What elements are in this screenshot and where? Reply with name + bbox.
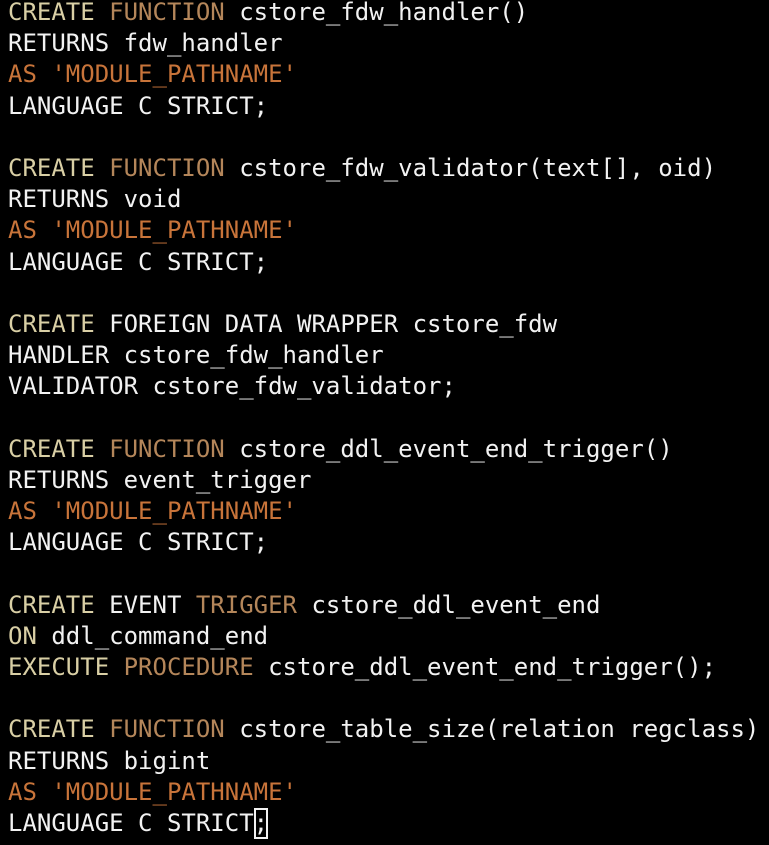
keyword-token: CREATE	[8, 590, 95, 619]
code-text: HANDLER cstore_fdw_handler	[8, 341, 384, 370]
code-text: RETURNS bigint	[8, 746, 211, 775]
keyword-token: CREATE	[8, 715, 95, 744]
code-line: LANGUAGE C STRICT;	[8, 247, 769, 278]
code-line: RETURNS bigint	[8, 746, 769, 777]
code-text: LANGUAGE C STRICT;	[8, 91, 269, 120]
code-line: LANGUAGE C STRICT;	[8, 527, 769, 558]
string-literal: AS 'MODULE_PATHNAME'	[8, 497, 297, 525]
code-line: CREATE FUNCTION cstore_table_size(relati…	[8, 714, 769, 745]
terminal-window[interactable]: CREATE FUNCTION cstore_fdw_handler() RETU…	[0, 0, 769, 845]
code-line: RETURNS void	[8, 184, 769, 215]
string-literal: AS 'MODULE_PATHNAME'	[8, 216, 297, 245]
code-line: AS 'MODULE_PATHNAME'	[8, 59, 769, 90]
code-text: FOREIGN DATA WRAPPER cstore_fdw	[94, 309, 558, 338]
keyword-token: CREATE	[8, 309, 95, 338]
string-literal: AS 'MODULE_PATHNAME'	[8, 777, 297, 806]
code-line: AS 'MODULE_PATHNAME'	[8, 496, 769, 527]
code-line: LANGUAGE C STRICT;	[8, 807, 769, 840]
code-text: RETURNS event_trigger	[8, 465, 312, 494]
code-text: VALIDATOR cstore_fdw_validator;	[8, 372, 456, 401]
code-text: cstore_fdw_handler()	[224, 0, 529, 26]
code-text: cstore_fdw_validator(text[], oid)	[224, 153, 717, 182]
string-literal: AS 'MODULE_PATHNAME'	[8, 60, 297, 89]
code-line: AS 'MODULE_PATHNAME'	[8, 777, 769, 808]
code-text: cstore_ddl_event_end_trigger();	[253, 652, 717, 681]
keyword-token: EXECUTE	[8, 652, 110, 681]
keyword-token: CREATE	[8, 434, 95, 463]
code-text: cstore_ddl_event_end	[297, 590, 601, 619]
keyword-token: FUNCTION	[109, 153, 225, 182]
code-text: EVENT	[94, 590, 196, 619]
code-line: RETURNS fdw_handler	[8, 28, 769, 59]
code-text: RETURNS void	[8, 185, 182, 214]
code-line: LANGUAGE C STRICT;	[8, 91, 769, 122]
code-line: CREATE FOREIGN DATA WRAPPER cstore_fdw	[8, 309, 769, 340]
keyword-token: TRIGGER	[195, 590, 298, 619]
code-line: ON ddl_command_end	[8, 621, 769, 652]
code-text: LANGUAGE C STRICT;	[8, 247, 269, 276]
code-line: RETURNS event_trigger	[8, 465, 769, 496]
keyword-token: ON	[8, 621, 37, 650]
code-line: VALIDATOR cstore_fdw_validator;	[8, 371, 769, 402]
code-line: EXECUTE PROCEDURE cstore_ddl_event_end_t…	[8, 652, 769, 683]
code-text: cstore_table_size(relation regclass)	[224, 715, 760, 744]
text-cursor[interactable]: ;	[253, 807, 269, 840]
code-text: LANGUAGE C STRICT	[8, 808, 254, 837]
code-text: RETURNS fdw_handler	[8, 29, 283, 58]
code-line: CREATE FUNCTION cstore_fdw_handler()	[8, 0, 769, 28]
keyword-token: PROCEDURE	[123, 652, 254, 681]
code-text: LANGUAGE C STRICT;	[8, 528, 269, 557]
keyword-token: CREATE	[8, 0, 95, 26]
keyword-token: FUNCTION	[109, 434, 225, 463]
code-line: HANDLER cstore_fdw_handler	[8, 340, 769, 371]
keyword-token: CREATE	[8, 153, 95, 182]
code-line: CREATE EVENT TRIGGER cstore_ddl_event_en…	[8, 590, 769, 621]
code-buffer[interactable]: CREATE FUNCTION cstore_fdw_handler() RETU…	[8, 0, 769, 840]
code-line: AS 'MODULE_PATHNAME'	[8, 215, 769, 246]
keyword-token: FUNCTION	[109, 0, 225, 26]
code-text: ddl_command_end	[36, 621, 269, 650]
code-line: CREATE FUNCTION cstore_ddl_event_end_tri…	[8, 434, 769, 465]
code-text: cstore_ddl_event_end_trigger()	[224, 434, 673, 463]
code-line: CREATE FUNCTION cstore_fdw_validator(tex…	[8, 153, 769, 184]
keyword-token: FUNCTION	[109, 715, 225, 744]
